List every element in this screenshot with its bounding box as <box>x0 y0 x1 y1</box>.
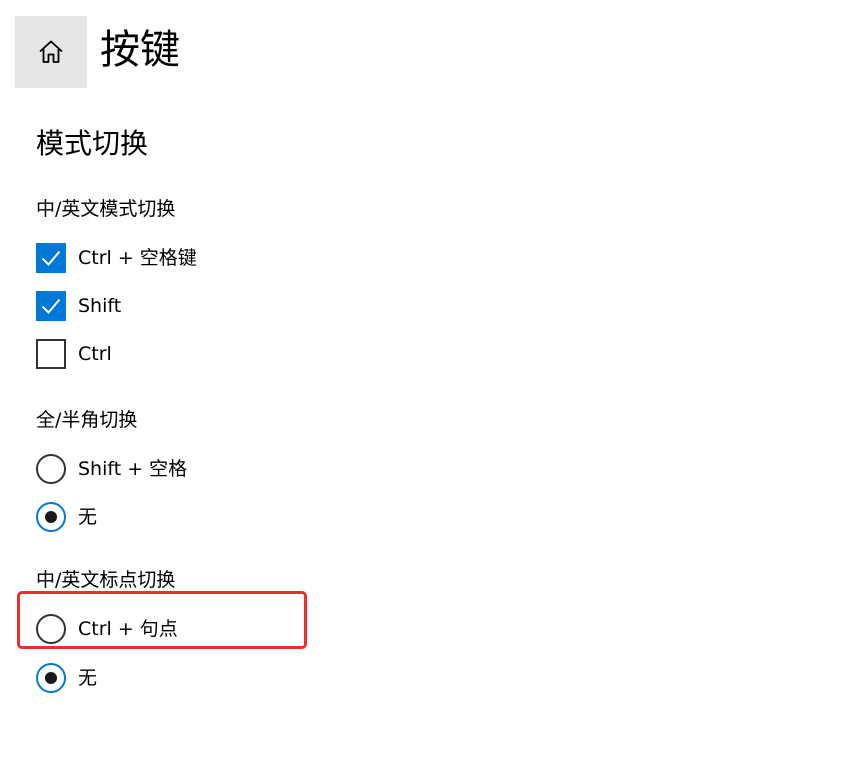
checkbox-label: Ctrl <box>78 343 112 365</box>
radio-label: Shift + 空格 <box>78 458 188 480</box>
lang-switch-label: 中/英文模式切换 <box>36 198 176 220</box>
radio-label: Ctrl + 句点 <box>78 618 178 640</box>
checkbox-ctrl[interactable]: Ctrl <box>36 338 112 370</box>
radio-label: 无 <box>78 506 98 528</box>
home-icon <box>37 38 65 66</box>
radio-label: 无 <box>78 667 98 689</box>
width-switch-label: 全/半角切换 <box>36 409 138 431</box>
checkbox-label: Ctrl + 空格键 <box>78 247 197 269</box>
checkbox-checked-icon <box>36 291 66 321</box>
checkbox-checked-icon <box>36 243 66 273</box>
checkbox-ctrl-space[interactable]: Ctrl + 空格键 <box>36 242 197 274</box>
home-button[interactable] <box>15 16 87 88</box>
radio-unselected-icon <box>36 454 66 484</box>
section-title: 模式切换 <box>36 127 149 160</box>
page-title: 按键 <box>100 27 180 73</box>
checkbox-label: Shift <box>78 295 122 317</box>
radio-width-none[interactable]: 无 <box>36 501 97 533</box>
punct-switch-label: 中/英文标点切换 <box>36 569 176 591</box>
radio-selected-icon <box>36 502 66 532</box>
checkbox-shift[interactable]: Shift <box>36 290 121 322</box>
radio-shift-space[interactable]: Shift + 空格 <box>36 453 187 485</box>
checkbox-unchecked-icon <box>36 339 66 369</box>
radio-unselected-icon <box>36 614 66 644</box>
radio-ctrl-period[interactable]: Ctrl + 句点 <box>36 613 178 645</box>
radio-punct-none[interactable]: 无 <box>36 662 97 694</box>
radio-selected-icon <box>36 663 66 693</box>
